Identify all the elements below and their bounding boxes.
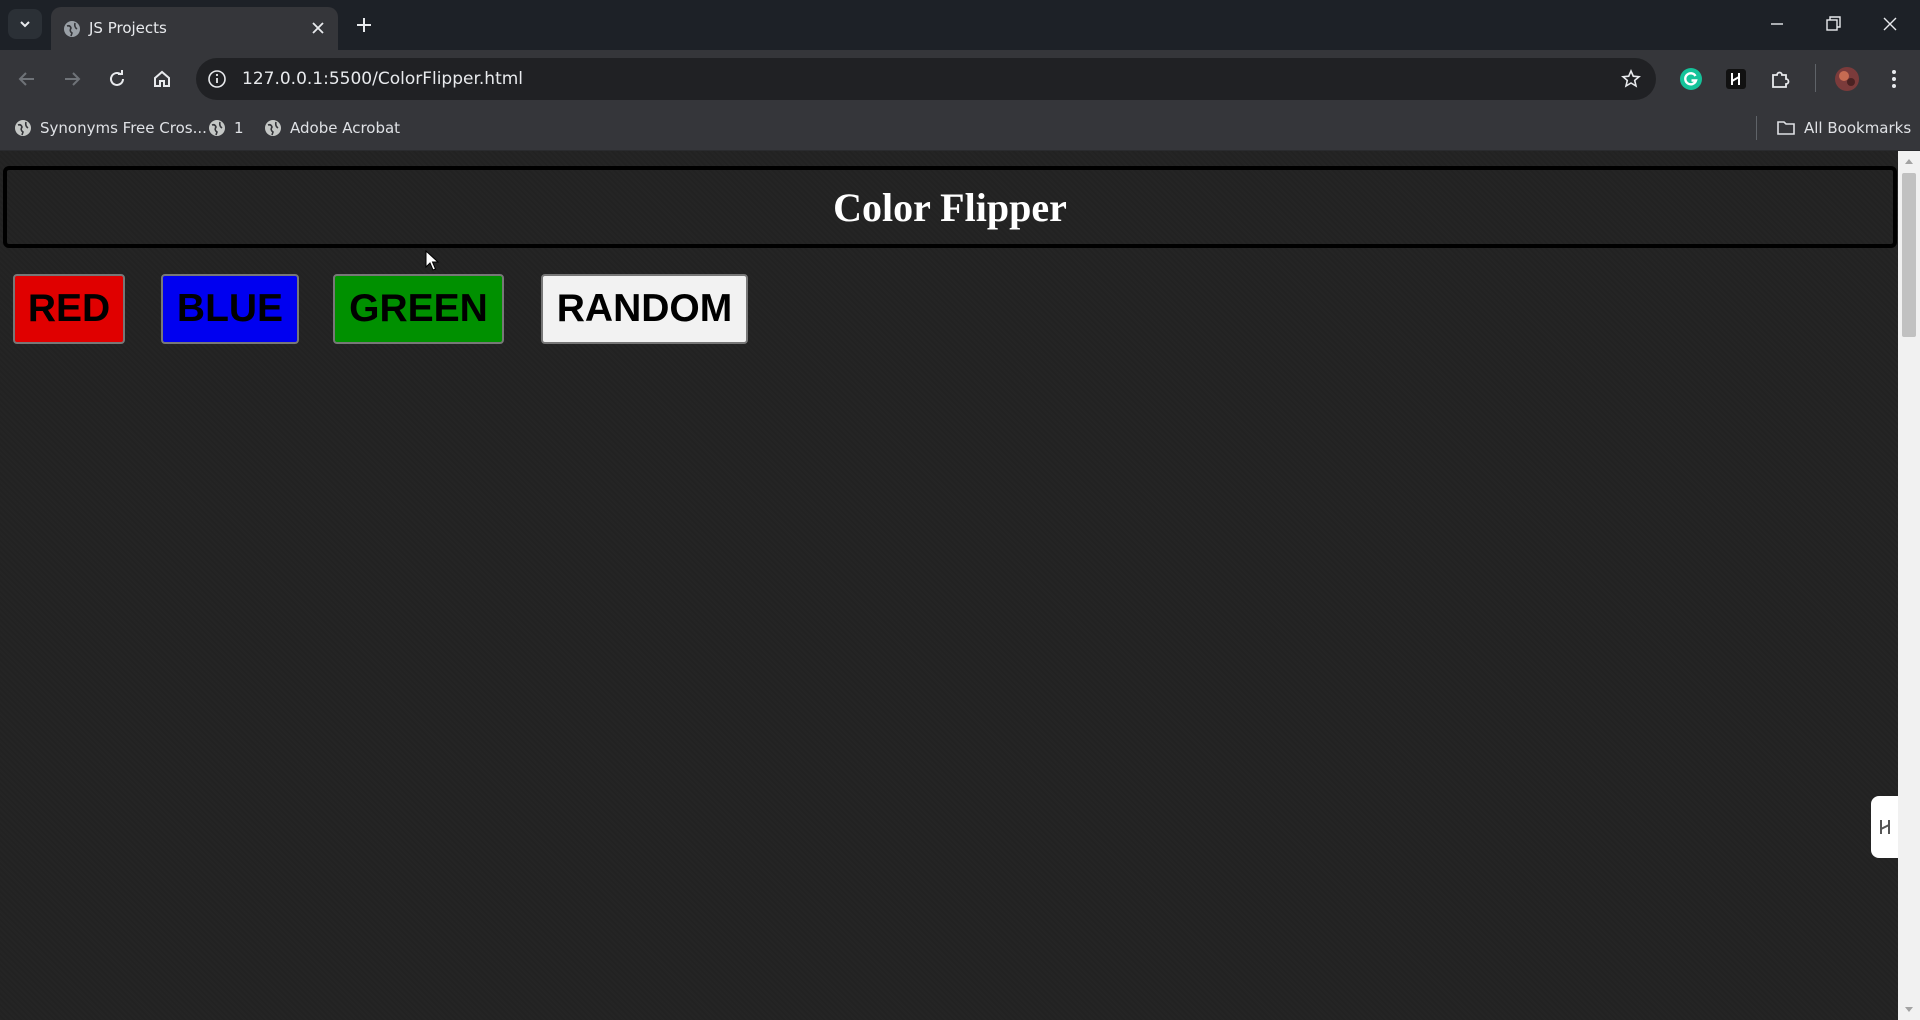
green-button[interactable]: GREEN (333, 274, 504, 344)
browser-tab[interactable]: JS Projects (51, 7, 338, 50)
all-bookmarks-label: All Bookmarks (1804, 119, 1912, 137)
site-info-icon[interactable] (206, 68, 228, 90)
globe-icon (209, 120, 225, 136)
extension-h-icon (1879, 820, 1890, 834)
scroll-down-icon[interactable] (1904, 1006, 1914, 1014)
bookmark-item[interactable]: Adobe Acrobat (264, 116, 400, 140)
reload-icon[interactable] (104, 66, 130, 92)
window-close-icon[interactable] (1878, 12, 1902, 36)
globe-icon (265, 120, 281, 136)
menu-kebab-icon[interactable] (1880, 65, 1908, 93)
red-button[interactable]: RED (13, 274, 125, 344)
extension-h-icon[interactable] (1722, 65, 1750, 93)
extension-side-tab[interactable] (1871, 796, 1898, 858)
bookmark-star-icon[interactable] (1620, 68, 1642, 90)
close-icon[interactable] (308, 18, 328, 38)
page-title: Color Flipper (833, 184, 1067, 230)
tab-strip: JS Projects (0, 0, 1920, 50)
bookmarks-bar: Synonyms Free Cros... 1 Adobe Acrobat Al… (0, 106, 1920, 151)
globe-icon (15, 120, 31, 136)
page-body: Color Flipper RED BLUE GREEN RANDOM (0, 151, 1898, 1020)
folder-icon (1777, 121, 1795, 135)
new-tab-icon[interactable] (352, 13, 376, 37)
browser-toolbar: 127.0.0.1:5500/ColorFlipper.html (0, 50, 1920, 106)
page-header: Color Flipper (3, 166, 1897, 248)
bookmark-label: 1 (234, 119, 244, 137)
blue-button[interactable]: BLUE (161, 274, 299, 344)
profile-avatar[interactable] (1833, 65, 1861, 93)
restore-icon[interactable] (1821, 12, 1845, 36)
tab-search-button[interactable] (8, 9, 42, 39)
scroll-up-icon[interactable] (1904, 157, 1914, 165)
bookmark-item[interactable]: Synonyms Free Cros... (14, 116, 207, 140)
url-text: 127.0.0.1:5500/ColorFlipper.html (242, 69, 524, 89)
bookmarks-separator (1756, 116, 1757, 140)
extensions-puzzle-icon[interactable] (1767, 65, 1795, 93)
back-icon[interactable] (14, 66, 40, 92)
tab-title: JS Projects (89, 19, 167, 37)
grammarly-icon[interactable] (1677, 65, 1705, 93)
chevron-down-icon (20, 21, 30, 28)
address-bar[interactable]: 127.0.0.1:5500/ColorFlipper.html (196, 58, 1656, 100)
forward-icon[interactable] (59, 66, 85, 92)
toolbar-separator (1815, 64, 1816, 92)
minimize-icon[interactable] (1765, 12, 1789, 36)
bookmark-item[interactable]: 1 (208, 116, 244, 140)
page-scrollbar[interactable] (1898, 151, 1920, 1020)
bookmark-label: Synonyms Free Cros... (40, 119, 207, 137)
globe-icon (64, 21, 80, 37)
home-icon[interactable] (149, 66, 175, 92)
random-button[interactable]: RANDOM (541, 274, 748, 344)
all-bookmarks-button[interactable]: All Bookmarks (1776, 116, 1911, 140)
mouse-cursor-icon (425, 250, 440, 271)
bookmark-label: Adobe Acrobat (290, 119, 401, 137)
scrollbar-thumb[interactable] (1902, 173, 1916, 337)
